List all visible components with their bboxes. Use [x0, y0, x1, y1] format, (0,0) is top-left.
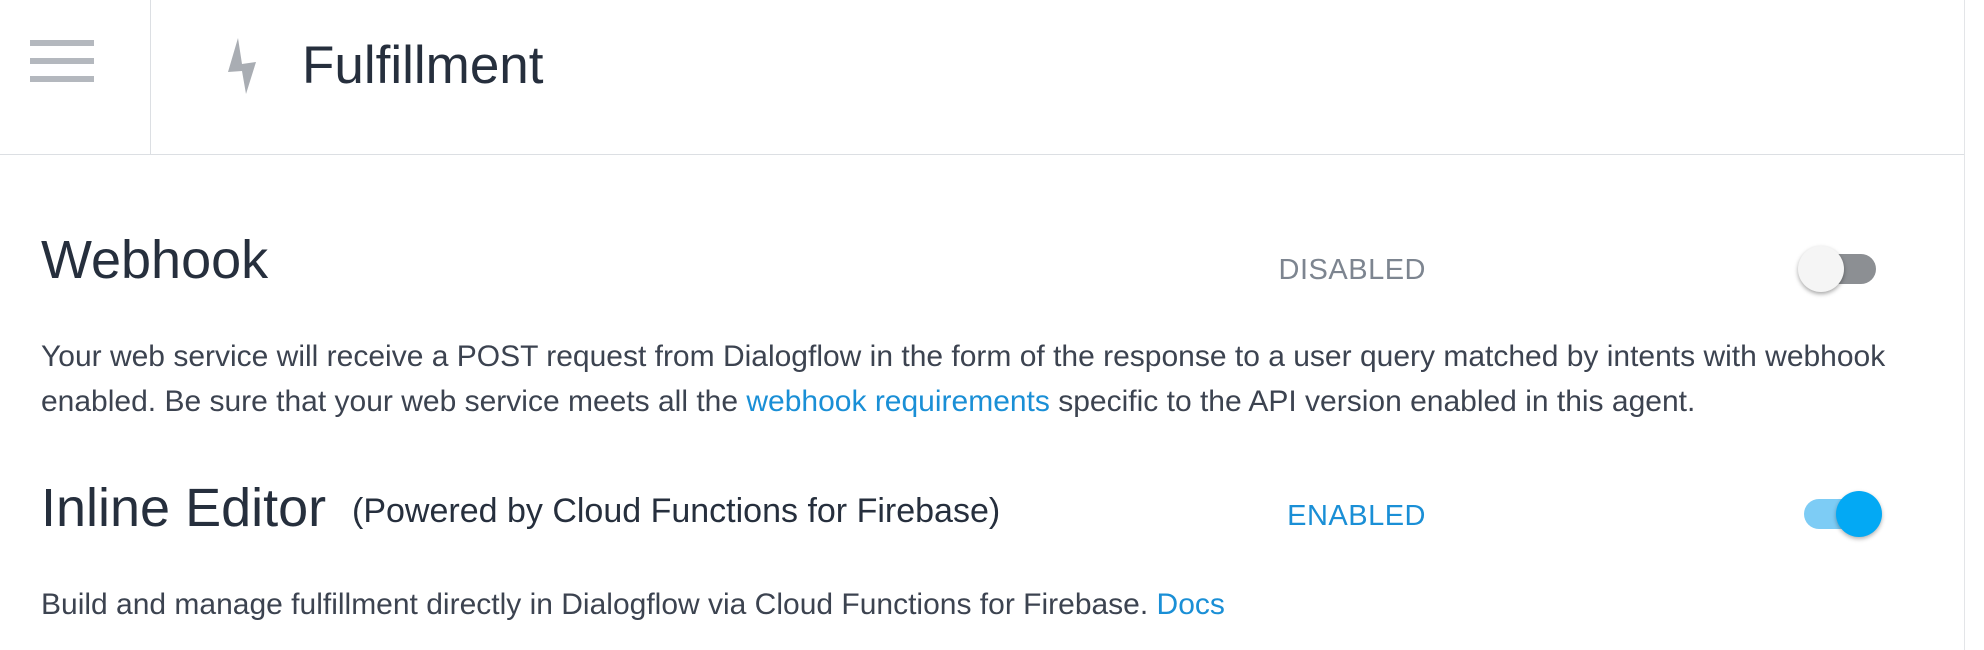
webhook-description-text-end: specific to the API version enabled in t… [1049, 385, 1696, 418]
inline-editor-subtitle: (Powered by Cloud Functions for Firebase… [352, 492, 1001, 530]
inline-editor-toggle[interactable] [1800, 491, 1882, 537]
scrollbar[interactable] [1964, 0, 1984, 650]
inline-editor-title: Inline Editor [41, 478, 327, 538]
webhook-toggle-knob [1798, 246, 1844, 292]
webhook-status-label: DISABLED [1278, 254, 1426, 286]
hamburger-menu-icon[interactable] [30, 40, 94, 82]
fulfillment-page: Fulfillment Webhook DISABLED Your web se… [0, 0, 1964, 650]
inline-editor-status-label: ENABLED [1287, 500, 1426, 532]
webhook-description: Your web service will receive a POST req… [41, 334, 1921, 424]
docs-link[interactable]: Docs [1157, 588, 1225, 621]
inline-editor-toggle-knob [1836, 491, 1882, 537]
inline-editor-description-text: Build and manage fulfillment directly in… [41, 588, 1157, 621]
webhook-toggle[interactable] [1798, 246, 1880, 292]
page-title: Fulfillment [302, 36, 544, 95]
menu-button[interactable] [0, 0, 151, 154]
inline-editor-description: Build and manage fulfillment directly in… [41, 582, 1921, 627]
webhook-title: Webhook [41, 230, 269, 290]
webhook-requirements-link[interactable]: webhook requirements [746, 385, 1050, 418]
lightning-bolt-icon [228, 38, 256, 94]
top-bar: Fulfillment [0, 0, 1964, 155]
